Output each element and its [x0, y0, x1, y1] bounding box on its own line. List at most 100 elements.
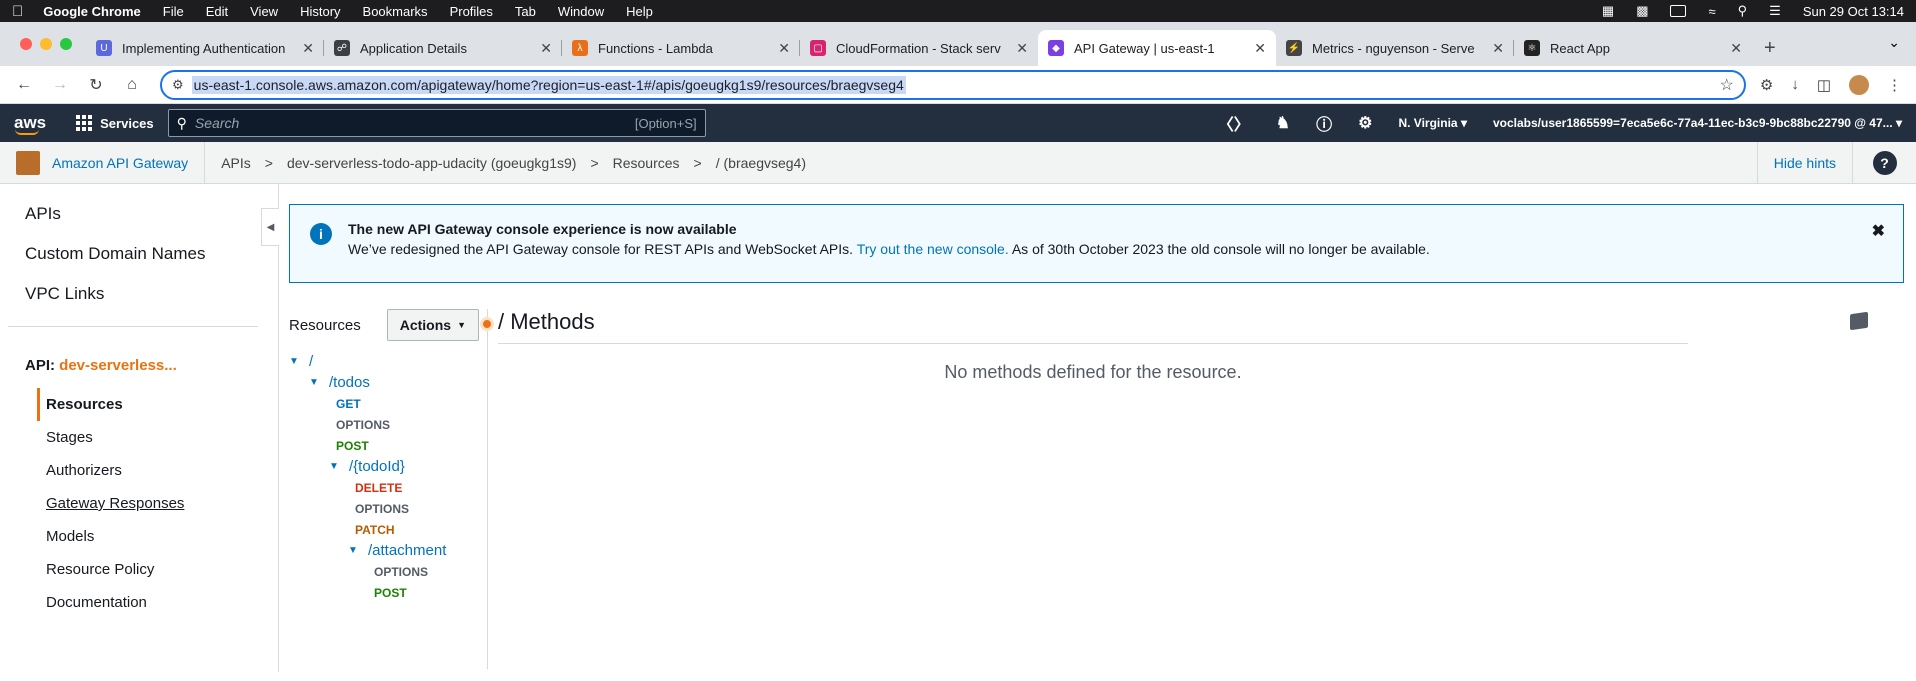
nav-gateway-responses[interactable]: Gateway Responses: [0, 487, 278, 520]
breadcrumb-resources[interactable]: Resources: [613, 155, 680, 171]
menu-edit[interactable]: Edit: [206, 4, 228, 19]
clock[interactable]: Sun 29 Oct 13:14: [1803, 4, 1904, 19]
url-text[interactable]: us-east-1.console.aws.amazon.com/apigate…: [191, 75, 906, 94]
banner-title: The new API Gateway console experience i…: [348, 221, 737, 237]
tab-search-chevron-icon[interactable]: ⌄: [1888, 34, 1900, 51]
control-center-icon[interactable]: ☰: [1769, 3, 1781, 19]
help-icon[interactable]: ⓘ: [1316, 111, 1332, 135]
resource-todoid[interactable]: ▼/{todoId}: [289, 456, 487, 477]
left-nav: APIs Custom Domain Names VPC Links API: …: [0, 184, 279, 672]
region-selector[interactable]: N. Virginia ▾: [1398, 116, 1467, 130]
close-icon[interactable]: ✕: [1492, 40, 1504, 57]
back-button[interactable]: ←: [8, 76, 40, 94]
spotlight-icon[interactable]: ⚲: [1738, 3, 1748, 19]
tab-api-gateway[interactable]: ◆ API Gateway | us-east-1 ✕: [1038, 30, 1276, 66]
download-icon[interactable]: ↓: [1791, 76, 1799, 93]
cloudshell-icon[interactable]: 〈〉: [1218, 111, 1250, 135]
menu-bookmarks[interactable]: Bookmarks: [363, 4, 428, 19]
close-window-button[interactable]: [20, 38, 32, 50]
notifications-bell-icon[interactable]: ♞: [1276, 113, 1290, 133]
resource-root[interactable]: ▼ /: [289, 351, 487, 372]
search-shortcut: [Option+S]: [634, 115, 697, 131]
method-options[interactable]: OPTIONS: [289, 414, 487, 435]
extension-icon[interactable]: ⚙: [1760, 76, 1773, 94]
service-home-link[interactable]: Amazon API Gateway: [0, 141, 206, 184]
menu-tab[interactable]: Tab: [515, 4, 536, 19]
account-menu[interactable]: voclabs/user1865599=7eca5e6c-77a4-11ec-b…: [1493, 116, 1902, 130]
method-options[interactable]: OPTIONS: [289, 561, 487, 582]
nav-apis[interactable]: APIs: [0, 194, 278, 234]
close-icon[interactable]: ✕: [1254, 40, 1266, 57]
method-patch[interactable]: PATCH: [289, 519, 487, 540]
actions-button[interactable]: Actions ▼: [386, 309, 479, 341]
screen-icon[interactable]: ▩: [1636, 3, 1648, 19]
api-name[interactable]: API: dev-serverless...: [0, 345, 278, 388]
methods-heading: / Methods: [498, 309, 1688, 344]
menu-history[interactable]: History: [300, 4, 340, 19]
method-delete[interactable]: DELETE: [289, 477, 487, 498]
resize-handle[interactable]: [480, 317, 494, 331]
resource-attachment[interactable]: ▼/attachment: [289, 540, 487, 561]
help-button[interactable]: ?: [1852, 141, 1916, 184]
nav-resource-policy[interactable]: Resource Policy: [0, 553, 278, 586]
services-menu[interactable]: Services: [76, 115, 154, 131]
nav-stages[interactable]: Stages: [0, 421, 278, 454]
app-name[interactable]: Google Chrome: [43, 4, 141, 19]
forward-button[interactable]: →: [44, 76, 76, 94]
expand-icon: ▼: [348, 545, 358, 556]
hide-hints-button[interactable]: Hide hints: [1756, 141, 1852, 184]
minimize-window-button[interactable]: [40, 38, 52, 50]
nav-vpc-links[interactable]: VPC Links: [0, 274, 278, 314]
tab-cloudformation[interactable]: ▢ CloudFormation - Stack serv ✕: [800, 30, 1038, 66]
aws-logo[interactable]: aws: [14, 113, 46, 135]
avatar[interactable]: [1849, 74, 1869, 95]
method-options[interactable]: OPTIONS: [289, 498, 487, 519]
udacity-icon: U: [96, 40, 112, 56]
wifi-icon[interactable]: ≈: [1708, 4, 1715, 19]
apple-icon[interactable]: : [12, 3, 23, 20]
tab-metrics[interactable]: ⚡ Metrics - nguyenson - Serve ✕: [1276, 30, 1514, 66]
layout-icon[interactable]: ▦: [1602, 3, 1614, 19]
menu-profiles[interactable]: Profiles: [450, 4, 493, 19]
method-post[interactable]: POST: [289, 582, 487, 603]
tab-application-details[interactable]: ☍ Application Details ✕: [324, 30, 562, 66]
nav-documentation[interactable]: Documentation: [0, 586, 278, 619]
menu-window[interactable]: Window: [558, 4, 604, 19]
sidepanel-icon[interactable]: ◫: [1817, 76, 1831, 94]
menu-file[interactable]: File: [163, 4, 184, 19]
close-icon[interactable]: ✕: [1730, 40, 1742, 57]
breadcrumb-apis[interactable]: APIs: [221, 155, 251, 171]
menu-kebab-icon[interactable]: ⋮: [1887, 76, 1902, 94]
reload-button[interactable]: ↻: [80, 75, 112, 95]
close-icon[interactable]: ✕: [540, 40, 552, 57]
menu-view[interactable]: View: [250, 4, 278, 19]
try-new-console-link[interactable]: Try out the new console.: [857, 241, 1009, 257]
home-button[interactable]: ⌂: [116, 76, 148, 94]
method-get[interactable]: GET: [289, 393, 487, 414]
site-settings-icon[interactable]: ⚙: [172, 77, 184, 93]
nav-authorizers[interactable]: Authorizers: [0, 454, 278, 487]
close-icon[interactable]: ✖: [1872, 221, 1885, 241]
tab-implementing-authentication[interactable]: U Implementing Authentication ✕: [86, 30, 324, 66]
collapse-nav-button[interactable]: ◀: [261, 208, 279, 246]
nav-custom-domain-names[interactable]: Custom Domain Names: [0, 234, 278, 274]
nav-resources[interactable]: Resources: [37, 388, 278, 421]
tab-functions-lambda[interactable]: λ Functions - Lambda ✕: [562, 30, 800, 66]
book-icon[interactable]: [1850, 311, 1868, 331]
method-post[interactable]: POST: [289, 435, 487, 456]
tab-react-app[interactable]: ⚛ React App ✕: [1514, 30, 1752, 66]
battery-icon[interactable]: [1670, 5, 1687, 17]
close-icon[interactable]: ✕: [302, 40, 314, 57]
zoom-window-button[interactable]: [60, 38, 72, 50]
menu-help[interactable]: Help: [626, 4, 653, 19]
close-icon[interactable]: ✕: [778, 40, 790, 57]
settings-gear-icon[interactable]: ⚙: [1358, 113, 1372, 133]
address-bar[interactable]: ⚙ us-east-1.console.aws.amazon.com/apiga…: [160, 69, 1746, 100]
close-icon[interactable]: ✕: [1016, 40, 1028, 57]
bookmark-star-icon[interactable]: ☆: [1720, 75, 1734, 95]
new-tab-button[interactable]: +: [1752, 30, 1788, 66]
aws-search-input[interactable]: ⚲ Search [Option+S]: [167, 109, 706, 137]
resource-todos[interactable]: ▼/todos: [289, 372, 487, 393]
nav-models[interactable]: Models: [0, 520, 278, 553]
breadcrumb-api[interactable]: dev-serverless-todo-app-udacity (goeugkg…: [287, 155, 576, 171]
